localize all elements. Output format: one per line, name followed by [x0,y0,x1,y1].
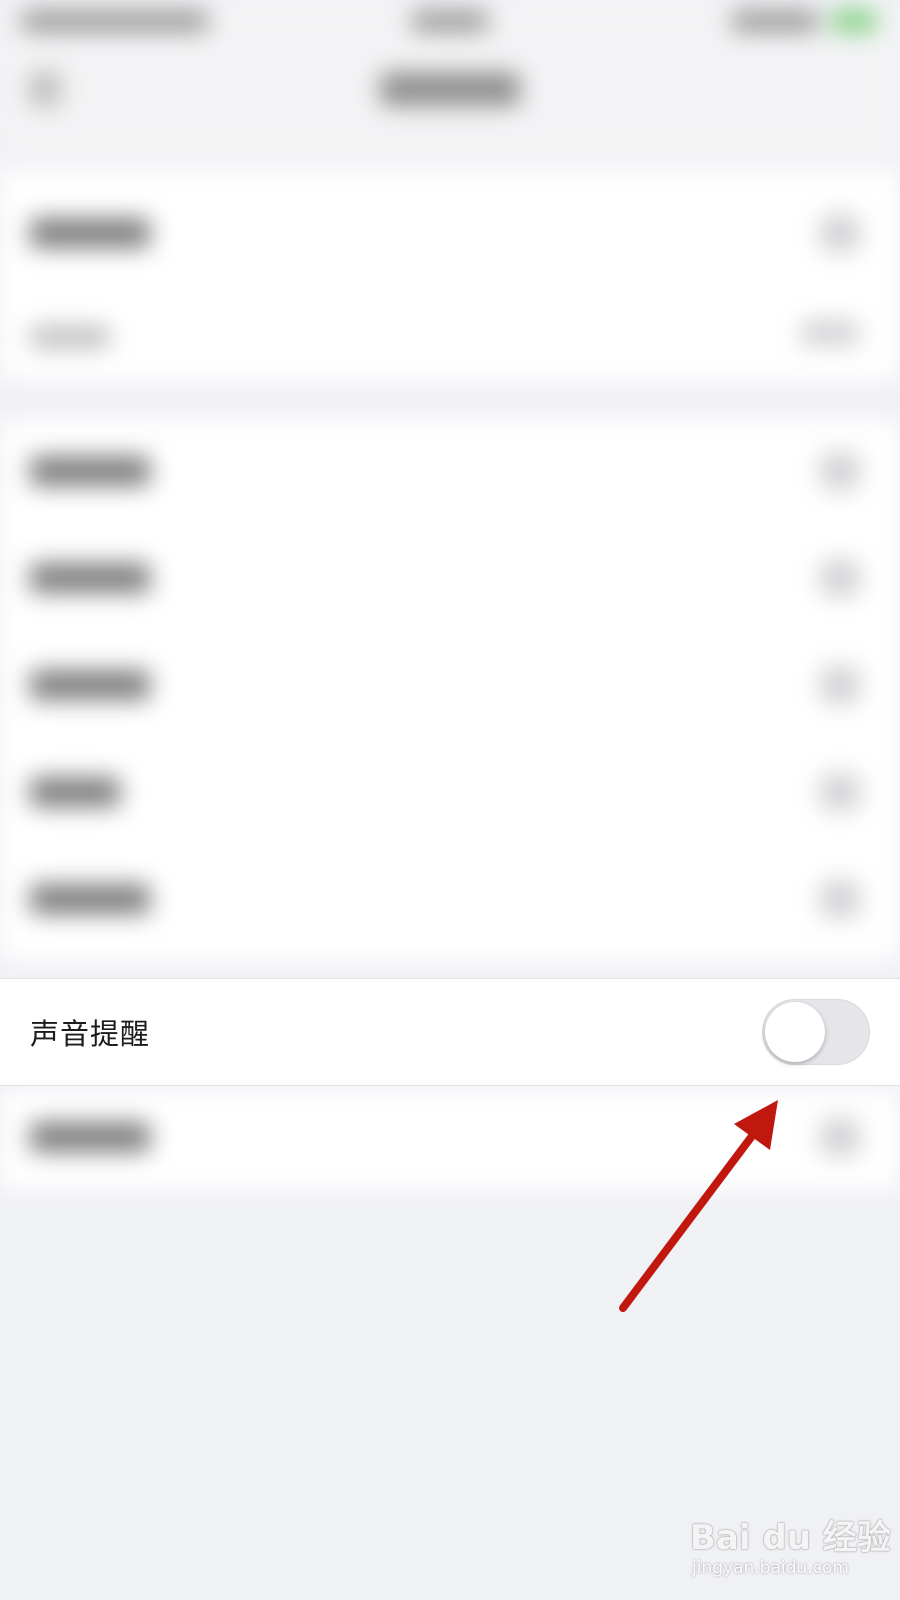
watermark: Bai du 经验 jingyan.baidu.com [690,1500,891,1590]
blurred-row-control [820,452,860,490]
blurred-group-3 [0,1090,900,1190]
sound-reminder-row: 声音提醒 [0,978,900,1086]
watermark-domain: jingyan.baidu.com [692,1558,849,1578]
status-bar-carrier [20,10,210,32]
blurred-row-label [30,326,110,348]
blurred-row-control [820,559,860,597]
watermark-brand: Bai du 经验 [690,1518,891,1558]
blurred-row-label [30,456,150,486]
status-bar-icons [730,10,820,32]
blurred-row-control [800,320,860,346]
back-icon[interactable] [30,72,60,106]
blurred-row-label [30,884,150,914]
sound-reminder-label: 声音提醒 [30,1017,151,1051]
blurred-row-label [30,670,150,700]
blurred-group-2 [0,420,900,960]
battery-icon [830,10,878,32]
blurred-row-control [820,880,860,918]
blurred-row-control [820,773,860,811]
blurred-row-label [30,563,150,593]
blurred-row-control [820,214,860,252]
toggle-knob[interactable] [765,1002,825,1062]
blurred-row-label [30,218,150,248]
blurred-row-label [30,1122,150,1152]
blurred-row-control [820,1118,860,1156]
status-bar-time [410,10,490,32]
blurred-group-1 [0,170,900,380]
nav-title [380,72,520,106]
blurred-row-label [30,777,120,807]
blurred-row-control [820,666,860,704]
sound-reminder-toggle[interactable] [762,999,870,1065]
